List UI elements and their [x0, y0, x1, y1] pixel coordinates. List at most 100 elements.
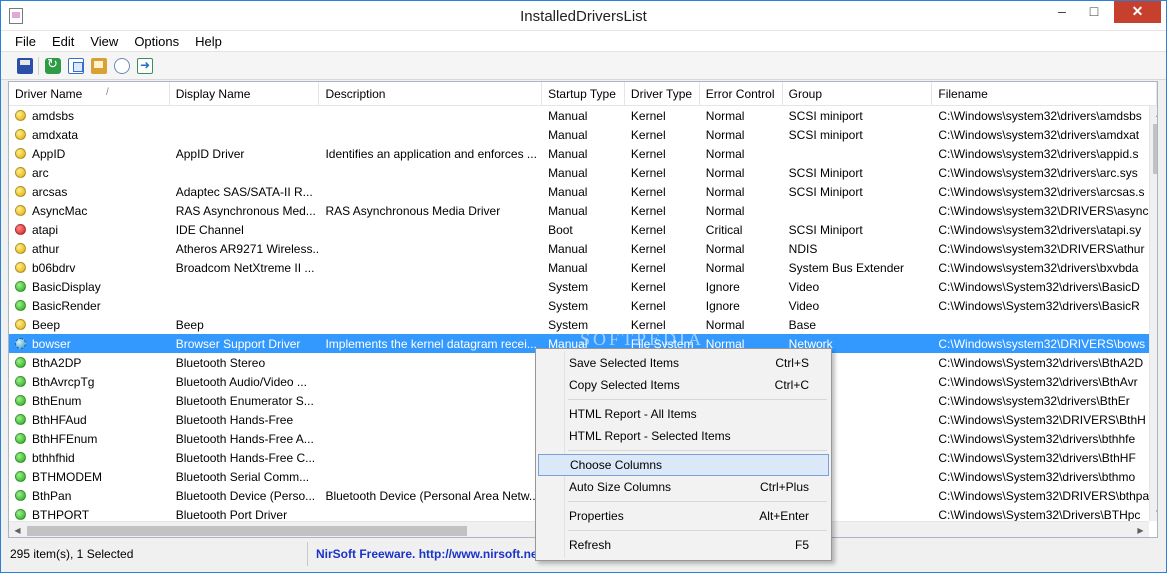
menu-separator	[568, 450, 827, 451]
table-cell	[783, 144, 933, 163]
driver-status-icon	[15, 224, 26, 235]
table-cell: System	[548, 280, 589, 294]
minimize-button[interactable]: –	[1047, 1, 1077, 23]
table-cell: Manual	[548, 185, 588, 199]
scroll-right-icon[interactable]: ▶	[1132, 522, 1149, 537]
driver-name: BthPan	[32, 489, 72, 503]
table-cell	[932, 315, 1157, 334]
driver-status-icon	[15, 376, 26, 387]
close-button[interactable]: ✕	[1114, 1, 1161, 23]
driver-name: arcsas	[32, 185, 68, 199]
table-cell: bowser	[9, 334, 170, 353]
table-cell: BthEnum	[9, 391, 170, 410]
context-item-save-selected-items[interactable]: Save Selected Items Ctrl+S	[538, 352, 829, 374]
table-cell: Normal	[705, 318, 745, 332]
maximize-button[interactable]: □	[1079, 1, 1109, 23]
properties-icon[interactable]	[91, 57, 107, 74]
column-description[interactable]: Description	[319, 82, 543, 105]
driver-name: BTHMODEM	[32, 470, 102, 484]
exit-icon[interactable]	[137, 57, 153, 74]
table-cell: Normal	[705, 147, 745, 161]
driver-status-icon	[15, 509, 26, 520]
menu-item-shortcut: Alt+Enter	[759, 509, 809, 523]
table-cell	[319, 106, 542, 125]
table-cell: atapi	[9, 220, 170, 239]
column-filename[interactable]: Filename	[932, 82, 1157, 105]
table-row[interactable]: atapi IDE Channel Boot Kernel Critical SCSI M…	[9, 220, 1157, 239]
context-item-html-report-selected-items[interactable]: HTML Report - Selected Items	[538, 425, 829, 447]
table-cell: Critical	[705, 223, 743, 237]
vertical-scroll-thumb[interactable]	[1153, 124, 1157, 174]
table-cell	[319, 182, 542, 201]
scroll-down-icon[interactable]: ▼	[1150, 504, 1157, 521]
table-cell: BTHMODEM	[9, 467, 170, 486]
context-item-choose-columns[interactable]: Choose Columns	[538, 454, 829, 476]
scroll-up-icon[interactable]: ▲	[1150, 106, 1157, 123]
menu-file[interactable]: File	[7, 31, 44, 51]
table-cell	[170, 163, 320, 182]
find-icon[interactable]	[114, 57, 130, 74]
column-driver-name[interactable]: Driver Name /	[9, 82, 170, 105]
vertical-scrollbar[interactable]: ▲ ▼	[1149, 106, 1157, 521]
table-row[interactable]: AppID AppID Driver Identifies an applicati…	[9, 144, 1157, 163]
table-cell: Kernel	[630, 147, 666, 161]
context-item-copy-selected-items[interactable]: Copy Selected Items Ctrl+C	[538, 374, 829, 396]
menu-item-label: Copy Selected Items	[569, 378, 680, 392]
driver-name: AppID	[32, 147, 66, 161]
table-cell: SCSI miniport	[788, 109, 863, 123]
menu-help[interactable]: Help	[187, 31, 230, 51]
context-item-refresh[interactable]: Refresh F5	[538, 534, 829, 556]
menu-item-label: HTML Report - Selected Items	[569, 429, 731, 443]
table-cell: C:\Windows\System32\drivers\BthAvr	[938, 375, 1138, 389]
menu-view[interactable]: View	[82, 31, 126, 51]
table-row[interactable]: athur Atheros AR9271 Wireless... Manual Ker…	[9, 239, 1157, 258]
horizontal-scroll-thumb[interactable]	[27, 526, 467, 536]
table-row[interactable]: AsyncMac RAS Asynchronous Med... RAS Async…	[9, 201, 1157, 220]
table-cell: Manual	[548, 109, 588, 123]
table-cell: Boot	[548, 223, 573, 237]
scroll-left-icon[interactable]: ◀	[9, 522, 26, 537]
menu-edit[interactable]: Edit	[44, 31, 82, 51]
table-row[interactable]: amdsbs Manual Kernel Normal SCSI miniport C:\…	[9, 106, 1157, 125]
save-icon[interactable]	[17, 57, 33, 74]
refresh-icon[interactable]	[45, 56, 61, 74]
column-startup-type[interactable]: Startup Type	[542, 82, 625, 105]
table-cell: AppID	[9, 144, 170, 163]
nirsoft-link[interactable]: NirSoft Freeware. http://www.nirsoft.ne	[308, 542, 538, 566]
table-row[interactable]: amdxata Manual Kernel Normal SCSI miniport C:…	[9, 125, 1157, 144]
driver-status-icon	[15, 129, 26, 140]
table-cell	[319, 277, 542, 296]
column-driver-type[interactable]: Driver Type	[625, 82, 700, 105]
context-menu: Save Selected Items Ctrl+S Copy Selected I…	[535, 348, 832, 561]
table-cell: Bluetooth Hands-Free C...	[175, 451, 316, 465]
table-cell: BthHFAud	[9, 410, 170, 429]
table-cell: Bluetooth Stereo	[175, 356, 266, 370]
table-cell: C:\Windows\system32\DRIVERS\athur	[938, 242, 1145, 256]
column-group[interactable]: Group	[783, 82, 933, 105]
table-cell: Normal	[705, 109, 745, 123]
context-item-auto-size-columns[interactable]: Auto Size Columns Ctrl+Plus	[538, 476, 829, 498]
title-bar: InstalledDriversList – □ ✕	[1, 1, 1166, 31]
driver-name: amdsbs	[32, 109, 75, 123]
table-row[interactable]: b06bdrv Broadcom NetXtreme II ... Manual Ke…	[9, 258, 1157, 277]
table-cell: Kernel	[630, 204, 666, 218]
table-cell: C:\Windows\System32\drivers\BthA2D	[938, 356, 1144, 370]
copy-icon[interactable]	[68, 57, 84, 74]
table-cell: C:\Windows\System32\drivers\BthHF	[938, 451, 1136, 465]
driver-name: BthHFEnum	[32, 432, 98, 446]
table-cell: BthHFEnum	[9, 429, 170, 448]
context-item-html-report-all-items[interactable]: HTML Report - All Items	[538, 403, 829, 425]
table-row[interactable]: arcsas Adaptec SAS/SATA-II R... Manual Kern…	[9, 182, 1157, 201]
driver-status-icon	[15, 319, 26, 330]
table-row[interactable]: arc Manual Kernel Normal SCSI Miniport C:\Win…	[9, 163, 1157, 182]
table-row[interactable]: BasicDisplay System Kernel Ignore Video C:\Wi…	[9, 277, 1157, 296]
driver-name: bowser	[32, 337, 71, 351]
menu-options[interactable]: Options	[126, 31, 187, 51]
context-item-properties[interactable]: Properties Alt+Enter	[538, 505, 829, 527]
column-error-control[interactable]: Error Control	[700, 82, 783, 105]
column-display-name[interactable]: Display Name	[170, 82, 320, 105]
table-cell: athur	[9, 239, 170, 258]
table-cell: Normal	[705, 128, 745, 142]
driver-name: BthAvrcpTg	[32, 375, 95, 389]
table-row[interactable]: BasicRender System Kernel Ignore Video C:\Win…	[9, 296, 1157, 315]
